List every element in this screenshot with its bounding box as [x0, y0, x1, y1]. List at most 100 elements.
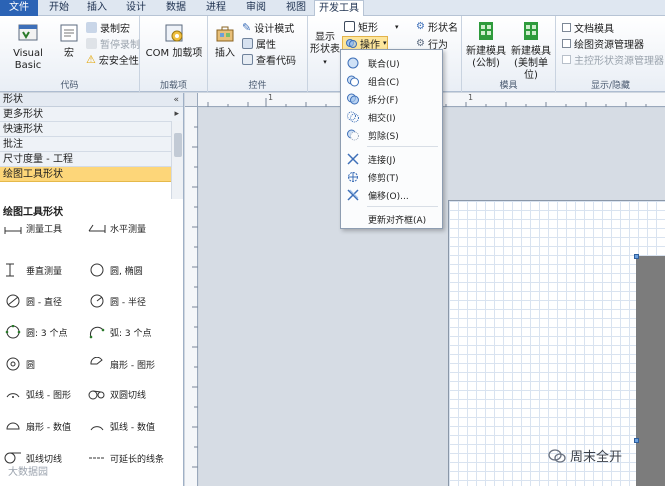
collapse-pane-icon[interactable]: «	[173, 93, 179, 107]
menu-item-label: 拆分(F)	[368, 95, 399, 106]
menu-item-intersect[interactable]: 相交(I)	[341, 108, 442, 126]
drawing-page[interactable]	[448, 200, 665, 486]
extendable-line-icon	[89, 457, 105, 459]
sector-value-icon	[6, 422, 20, 430]
menu-item-combine[interactable]: 组合(C)	[341, 72, 442, 90]
shape-label: 圆, 椭圆	[110, 266, 143, 277]
visual-basic-button[interactable]: Visual Basic	[2, 22, 54, 72]
selected-shape[interactable]	[636, 256, 665, 486]
tab-developer[interactable]: 开发工具	[314, 0, 364, 17]
menu-item-fragment[interactable]: 拆分(F)	[341, 90, 442, 108]
shape-master[interactable]: 水平测量	[88, 221, 146, 235]
stencil-item-quick-shapes[interactable]: 快速形状	[0, 122, 183, 137]
insert-control-button[interactable]: 插入	[212, 22, 238, 60]
vertical-ruler	[185, 107, 198, 486]
vertical-measure-icon	[6, 263, 14, 277]
menu-item-offset[interactable]: 偏移(O)...	[341, 186, 442, 204]
stencil-item-drawing-tools[interactable]: 绘图工具形状	[0, 167, 183, 182]
shape-master[interactable]: 弧线 - 数值	[88, 419, 155, 433]
shape-name-icon: ⚙	[416, 21, 425, 32]
com-addins-label: COM 加载项	[145, 48, 203, 59]
shape-master[interactable]: 测量工具	[4, 221, 62, 235]
chevron-down-icon: ▾	[395, 22, 399, 31]
tab-view[interactable]: 视图	[278, 0, 314, 16]
record-macro-button[interactable]: 录制宏	[86, 20, 130, 35]
shape-master[interactable]: 圆: 3 个点	[4, 325, 67, 339]
macros-label: 宏	[64, 48, 74, 59]
menu-item-trim[interactable]: 修剪(T)	[341, 168, 442, 186]
tab-design[interactable]: 设计	[118, 0, 154, 16]
operations-dropdown-button[interactable]: 操作 ▾	[342, 36, 388, 51]
com-addins-button[interactable]: COM 加载项	[144, 22, 204, 60]
tab-process[interactable]: 进程	[198, 0, 234, 16]
checkbox-icon	[562, 23, 571, 32]
ellipse-icon	[90, 263, 104, 277]
circle-icon	[6, 357, 20, 371]
tab-data[interactable]: 数据	[158, 0, 194, 16]
shape-label: 弧: 3 个点	[110, 328, 152, 339]
shape-master[interactable]: 扇形 - 图形	[88, 357, 155, 371]
checkbox-icon	[562, 55, 571, 64]
stencil-list-scrollbar[interactable]	[171, 121, 183, 199]
rectangle-button[interactable]: 矩形 ▾	[344, 19, 399, 34]
stencil-item-label: 批注	[3, 139, 23, 150]
arc-three-points-icon	[89, 326, 105, 339]
shape-master[interactable]: 圆, 椭圆	[88, 263, 143, 277]
menu-item-subtract[interactable]: 剪除(S)	[341, 126, 442, 144]
tab-insert[interactable]: 插入	[80, 0, 114, 16]
pause-recording-label: 暂停录制	[100, 40, 140, 51]
join-icon	[347, 153, 359, 165]
group-addins: COM 加载项 加载项	[140, 16, 208, 92]
checkbox-icon	[562, 39, 571, 48]
group-addins-label: 加载项	[159, 81, 187, 91]
macro-security-button[interactable]: ⚠ 宏安全性	[86, 52, 139, 67]
tab-home[interactable]: 开始	[42, 0, 76, 16]
stencil-item-dimensioning[interactable]: 尺寸度量 - 工程	[0, 152, 183, 167]
macro-security-label: 宏安全性	[98, 56, 139, 67]
scrollbar-thumb[interactable]	[174, 133, 182, 157]
shape-master[interactable]: 圆	[4, 357, 35, 371]
macros-button[interactable]: 宏	[58, 22, 80, 60]
view-code-button[interactable]: 查看代码	[242, 52, 296, 67]
menu-item-label: 组合(C)	[368, 77, 400, 88]
selection-handle[interactable]	[634, 254, 639, 259]
group-controls: 插入 ✎ 设计模式 属性 查看代码 控件	[208, 16, 308, 92]
shape-name-button[interactable]: ⚙ 形状名	[416, 19, 458, 34]
toolbox-icon	[216, 26, 234, 42]
pause-recording-button[interactable]: 暂停录制	[86, 36, 140, 51]
design-mode-button[interactable]: ✎ 设计模式	[242, 20, 294, 35]
show-shapesheet-button[interactable]: 显示 形状表 ▾	[310, 32, 340, 68]
tab-file[interactable]: 文件	[0, 0, 38, 16]
stencil-item-label: 尺寸度量 - 工程	[3, 154, 73, 165]
shape-master[interactable]: 弧: 3 个点	[88, 325, 151, 339]
tab-review[interactable]: 审阅	[238, 0, 274, 16]
shape-master[interactable]: 双圆切线	[88, 387, 146, 401]
menu-item-join[interactable]: 连接(J)	[341, 150, 442, 168]
new-stencil-metric-button[interactable]: 新建模具 (公制)	[464, 20, 508, 70]
show-shapesheet-label: 显示	[315, 32, 335, 43]
menu-item-union[interactable]: 联合(U)	[341, 54, 442, 72]
properties-button[interactable]: 属性	[242, 36, 276, 51]
view-code-icon	[242, 54, 253, 65]
new-stencil-us-button[interactable]: 新建模具 (美制单位)	[508, 20, 554, 82]
shape-master[interactable]: 圆 - 半径	[88, 294, 146, 308]
more-shapes-button[interactable]: 更多形状 ▸	[0, 107, 183, 122]
shape-master[interactable]: 圆 - 直径	[4, 294, 62, 308]
selection-handle[interactable]	[634, 438, 639, 443]
circle-radius-icon	[90, 294, 104, 308]
new-stencil-icon	[524, 22, 538, 40]
shape-master[interactable]: 垂直测量	[4, 263, 62, 277]
subtract-icon	[347, 129, 359, 141]
operations-icon	[346, 38, 357, 48]
shape-label: 扇形 - 图形	[110, 360, 155, 371]
master-explorer-checkbox[interactable]: 主控形状资源管理器	[562, 52, 664, 67]
stencil-item-callouts[interactable]: 批注	[0, 137, 183, 152]
shape-master[interactable]: 弧线 - 图形	[4, 387, 71, 401]
watermark: 周末全开	[548, 446, 622, 465]
menu-item-update-alignment-box[interactable]: 更新对齐框(A)	[341, 210, 442, 228]
offset-icon	[347, 189, 359, 201]
document-stencil-checkbox[interactable]: 文档模具	[562, 20, 614, 35]
drawing-explorer-checkbox[interactable]: 绘图资源管理器	[562, 36, 644, 51]
shape-master[interactable]: 扇形 - 数值	[4, 419, 71, 433]
shape-master[interactable]: 可延长的线条	[88, 451, 164, 465]
